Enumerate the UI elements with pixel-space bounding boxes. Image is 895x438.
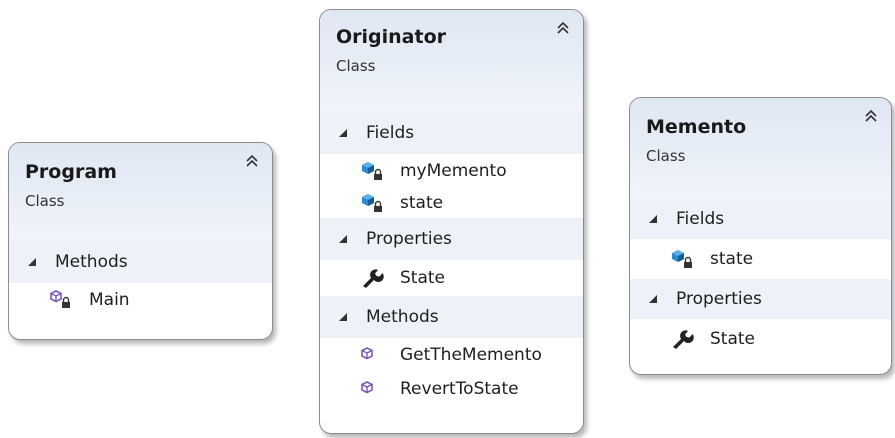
section-properties-header[interactable]: Properties: [630, 279, 891, 319]
triangle-expanded-icon: [339, 235, 347, 243]
method-name: RevertToState: [400, 379, 519, 399]
private-field-icon: [362, 194, 382, 212]
section-fields-label: Fields: [676, 209, 725, 229]
class-memento-name: Memento: [646, 116, 747, 138]
collapse-icon[interactable]: [863, 108, 879, 124]
section-fields-header[interactable]: Fields: [320, 112, 583, 154]
section-properties-header[interactable]: Properties: [320, 218, 583, 260]
method-cube-icon: [361, 381, 373, 394]
member-method[interactable]: Main: [9, 283, 272, 317]
field-name: myMemento: [400, 161, 507, 181]
section-methods-header[interactable]: Methods: [320, 296, 583, 338]
triangle-expanded-icon: [339, 129, 347, 137]
class-memento-kind: Class: [646, 147, 686, 165]
triangle-expanded-icon: [649, 215, 657, 223]
member-method[interactable]: RevertToState: [320, 372, 583, 406]
private-field-icon: [362, 162, 382, 180]
class-diagram: Program Class Methods Main Originator Cl…: [0, 0, 895, 438]
section-fields-label: Fields: [366, 123, 415, 143]
class-originator-kind: Class: [336, 57, 376, 75]
member-field[interactable]: state: [320, 188, 583, 218]
method-name: GetTheMemento: [400, 345, 542, 365]
wrench-property-icon: [673, 330, 694, 349]
wrench-property-icon: [363, 269, 384, 288]
section-fields-header[interactable]: Fields: [630, 199, 891, 239]
triangle-expanded-icon: [339, 313, 347, 321]
class-program-kind: Class: [25, 192, 65, 210]
section-properties-label: Properties: [366, 229, 452, 249]
private-field-icon: [672, 250, 692, 268]
member-field[interactable]: myMemento: [320, 154, 583, 188]
collapse-icon[interactable]: [555, 20, 571, 36]
class-memento[interactable]: Memento Class Fields state Properties St…: [629, 97, 892, 375]
class-program-header: Program Class: [9, 143, 272, 241]
class-program-name: Program: [25, 161, 117, 183]
triangle-expanded-icon: [649, 295, 657, 303]
triangle-expanded-icon: [28, 258, 36, 266]
member-method[interactable]: GetTheMemento: [320, 338, 583, 372]
member-property[interactable]: State: [320, 260, 583, 296]
member-property[interactable]: State: [630, 319, 891, 359]
section-methods-label: Methods: [55, 252, 128, 272]
method-name: Main: [89, 290, 130, 310]
member-field[interactable]: state: [630, 239, 891, 279]
method-cube-icon: [361, 347, 373, 360]
class-memento-header: Memento Class: [630, 98, 891, 199]
section-methods-label: Methods: [366, 307, 439, 327]
private-method-cube-icon: [50, 290, 70, 308]
property-name: State: [710, 329, 755, 349]
class-originator-name: Originator: [336, 26, 447, 48]
collapse-icon[interactable]: [244, 153, 260, 169]
property-name: State: [400, 268, 445, 288]
class-originator[interactable]: Originator Class Fields myMemento state …: [319, 9, 584, 434]
field-name: state: [710, 249, 754, 269]
class-program[interactable]: Program Class Methods Main: [8, 142, 273, 340]
field-name: state: [400, 193, 444, 213]
section-methods-header[interactable]: Methods: [9, 241, 272, 283]
section-properties-label: Properties: [676, 289, 762, 309]
class-originator-header: Originator Class: [320, 10, 583, 112]
